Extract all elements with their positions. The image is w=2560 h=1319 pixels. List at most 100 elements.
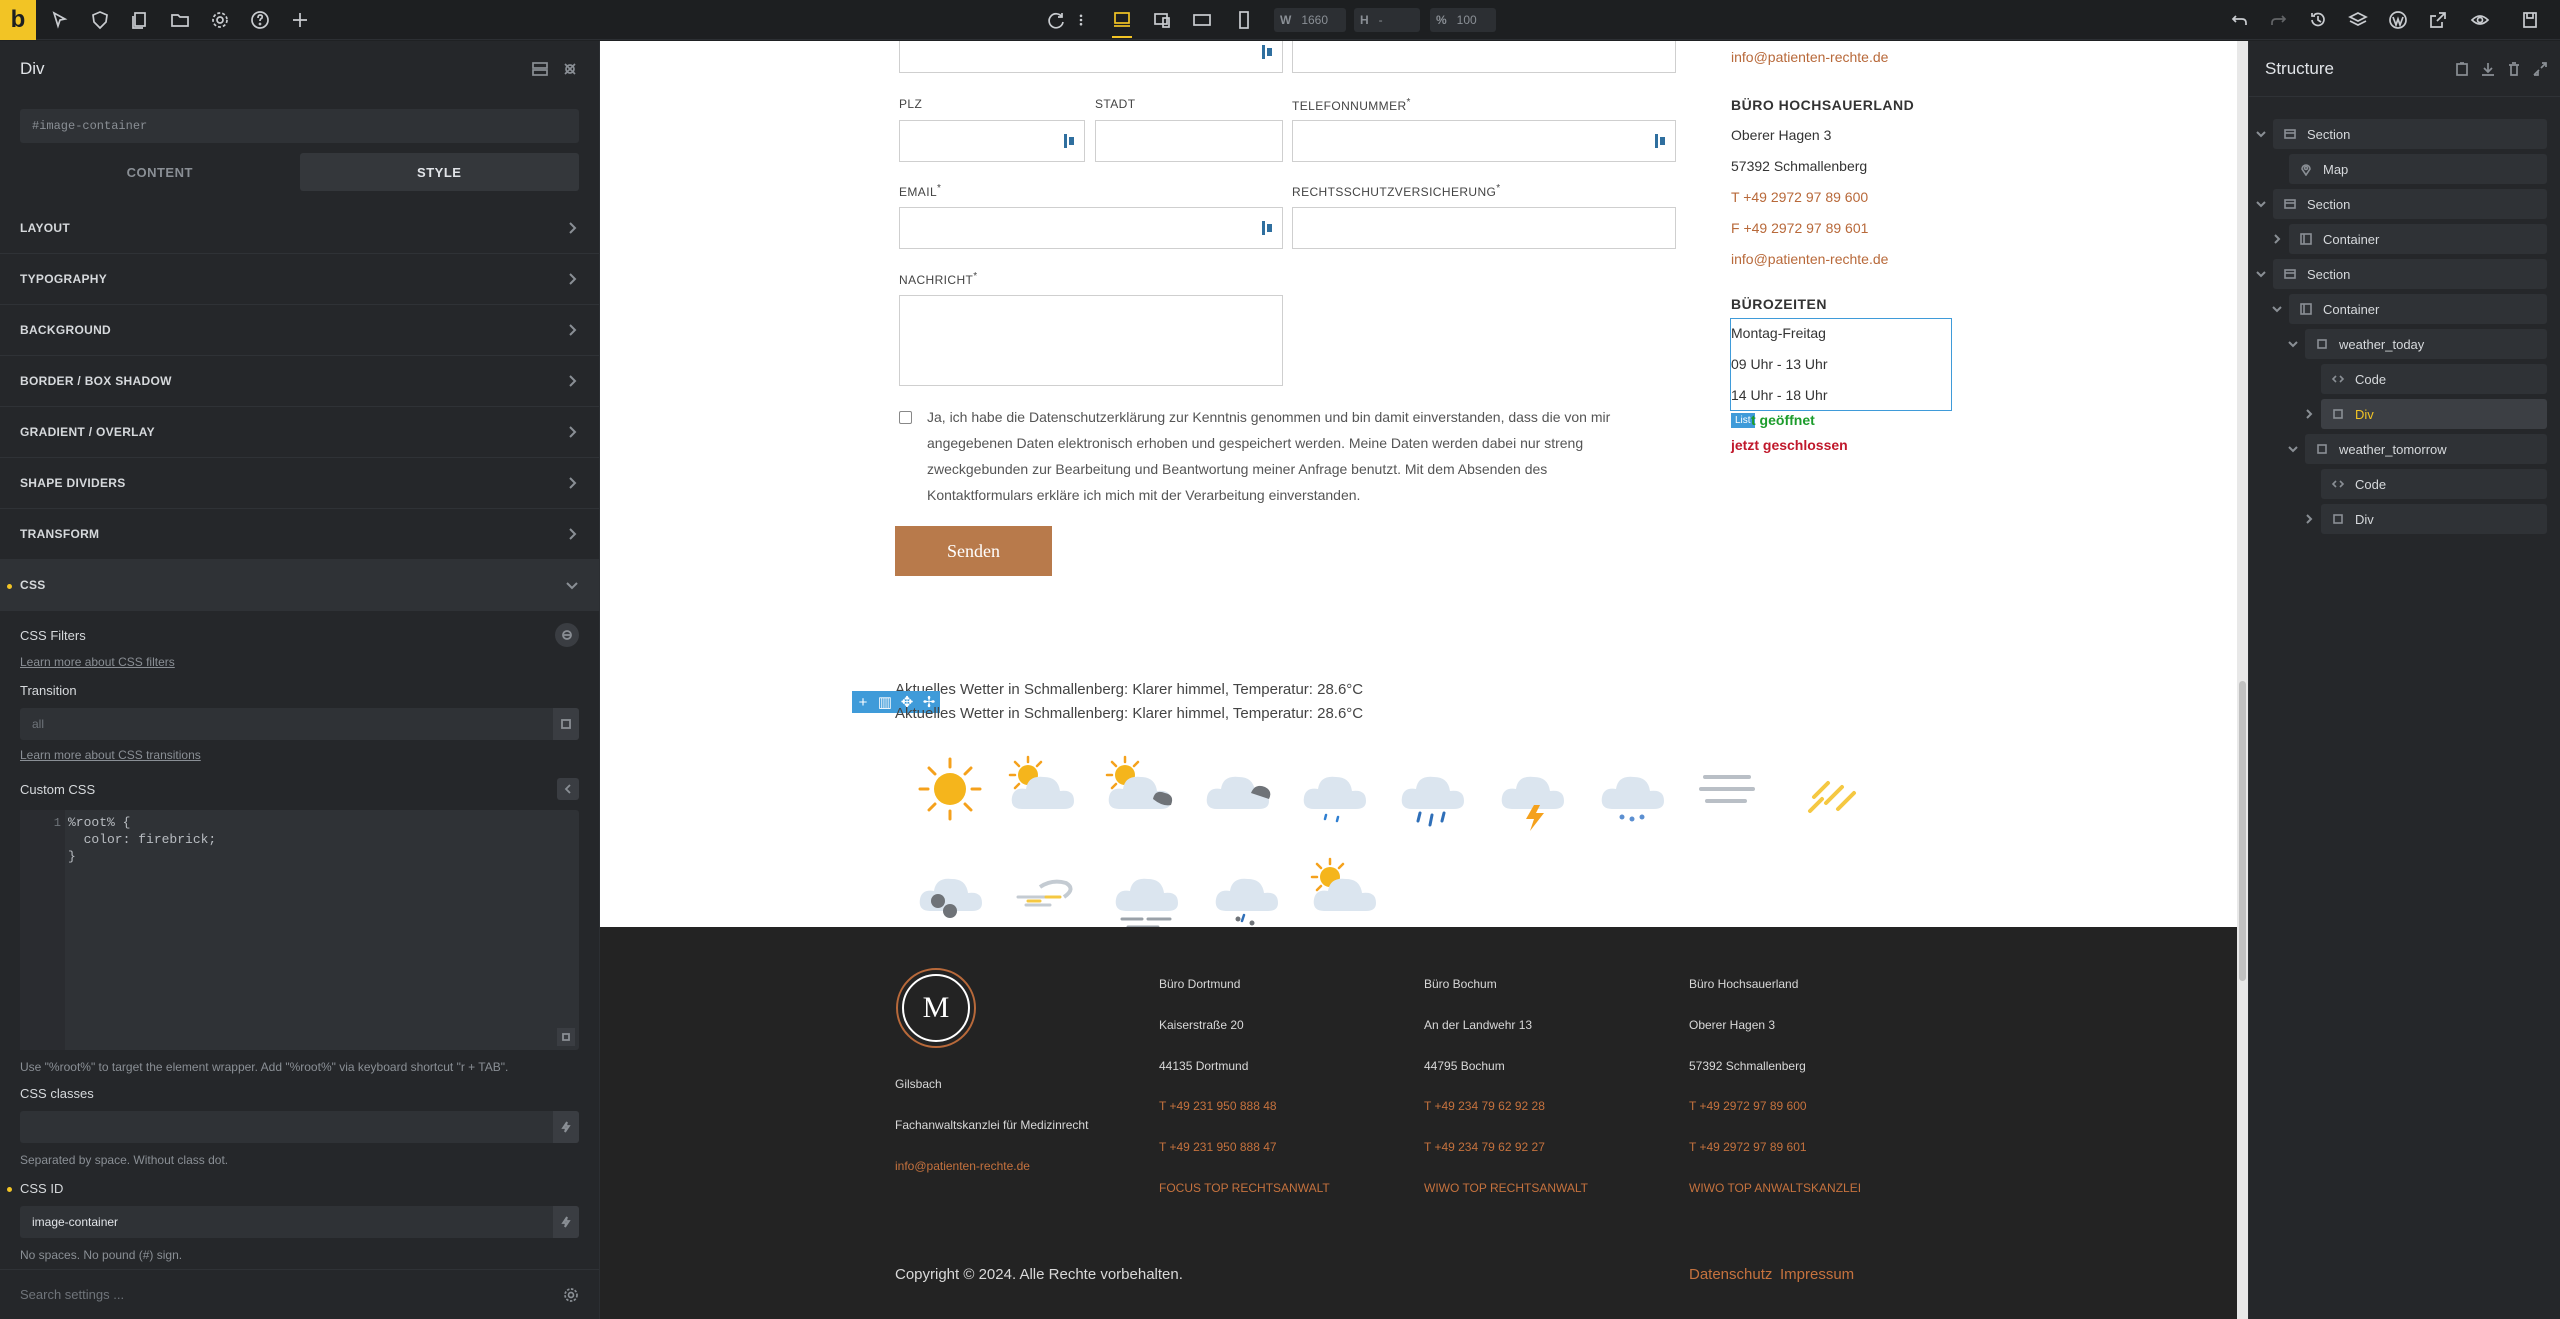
scrollbar-thumb[interactable] (2239, 681, 2246, 981)
email-input[interactable] (899, 207, 1283, 249)
structure-node-section[interactable]: Section (2273, 119, 2547, 149)
structure-node-map[interactable]: Map (2289, 154, 2547, 184)
office-phone[interactable]: T +49 2972 97 89 600 (1731, 189, 1868, 205)
tablet-landscape-icon[interactable] (1190, 8, 1214, 32)
office-dortmund-fax[interactable]: T +49 231 950 888 47 (1159, 1140, 1277, 1154)
pages-icon[interactable] (128, 8, 152, 32)
tree-collapse-caret[interactable] (2271, 302, 2285, 316)
css-classes-input[interactable] (20, 1111, 579, 1143)
wordpress-icon[interactable] (2386, 8, 2410, 32)
office-hochsauerland-badge[interactable]: WIWO TOP ANWALTSKANZLEI (1689, 1181, 1861, 1195)
width-field[interactable]: W 1660 (1274, 8, 1346, 32)
tab-content[interactable]: CONTENT (20, 153, 300, 191)
structure-node-code[interactable]: Code (2321, 469, 2547, 499)
structure-node-container[interactable]: Container (2289, 224, 2547, 254)
columns-icon[interactable]: ▥ (874, 691, 896, 713)
css-classes-dynamic-button[interactable] (553, 1111, 579, 1143)
folder-icon[interactable] (168, 8, 192, 32)
tree-expand-caret[interactable] (2303, 407, 2317, 421)
structure-node-container[interactable]: Container (2289, 294, 2547, 324)
send-button[interactable]: Senden (895, 526, 1052, 576)
height-field[interactable]: H- (1354, 8, 1420, 32)
css-id-dynamic-button[interactable] (553, 1206, 579, 1238)
cursor-icon[interactable] (48, 8, 72, 32)
desktop-breakpoint-icon[interactable] (1110, 8, 1134, 38)
structure-node-div[interactable]: Div (2321, 504, 2547, 534)
mobile-breakpoint-icon[interactable] (1232, 8, 1256, 32)
canvas-scrollbar[interactable] (2237, 41, 2248, 1319)
css-transitions-link[interactable]: Learn more about CSS transitions (20, 748, 579, 762)
more-icon[interactable] (1074, 8, 1088, 32)
contact-email-top[interactable]: info@patienten-rechte.de (1731, 49, 1888, 65)
editor-expand-button[interactable] (557, 1028, 575, 1046)
search-settings[interactable]: Search settings ... (0, 1269, 599, 1319)
section-border[interactable]: BORDER / BOX SHADOW (0, 356, 599, 407)
collapse-editor-button[interactable] (557, 778, 579, 800)
help-icon[interactable] (248, 8, 272, 32)
office-hochsauerland-phone[interactable]: T +49 2972 97 89 600 (1689, 1099, 1807, 1113)
pin-icon[interactable] (561, 60, 579, 78)
section-css[interactable]: CSS (0, 560, 599, 611)
laptop-breakpoint-icon[interactable] (1150, 8, 1174, 32)
save-template-icon[interactable] (531, 60, 549, 78)
office-dortmund-badge[interactable]: FOCUS TOP RECHTSANWALT (1159, 1181, 1330, 1195)
history-icon[interactable] (2306, 8, 2330, 32)
search-settings-input[interactable]: Search settings ... (20, 1287, 124, 1302)
form-input-top-left[interactable] (899, 41, 1283, 73)
footer-logo[interactable]: M (896, 968, 976, 1048)
refresh-icon[interactable] (1044, 8, 1068, 32)
tree-expand-caret[interactable] (2303, 512, 2317, 526)
element-id-field[interactable]: #image-container (20, 109, 579, 143)
structure-node-section[interactable]: Section (2273, 189, 2547, 219)
office-fax[interactable]: F +49 2972 97 89 601 (1731, 220, 1868, 236)
plz-input[interactable] (899, 120, 1085, 162)
office-email[interactable]: info@patienten-rechte.de (1731, 251, 1888, 267)
save-icon[interactable] (2518, 8, 2542, 32)
section-transform[interactable]: TRANSFORM (0, 509, 599, 560)
section-typography[interactable]: TYPOGRAPHY (0, 254, 599, 305)
section-gradient[interactable]: GRADIENT / OVERLAY (0, 407, 599, 458)
css-id-input[interactable]: image-container (20, 1206, 579, 1238)
office-hochsauerland-fax[interactable]: T +49 2972 97 89 601 (1689, 1140, 1807, 1154)
form-input-top-right[interactable] (1292, 41, 1676, 73)
css-filters-link[interactable]: Learn more about CSS filters (20, 655, 579, 669)
structure-node-section[interactable]: Section (2273, 259, 2547, 289)
tree-collapse-caret[interactable] (2255, 267, 2269, 281)
rechtsschutz-input[interactable] (1292, 207, 1676, 249)
clipboard-icon[interactable] (2454, 61, 2470, 77)
transition-input[interactable]: all (20, 708, 579, 740)
office-bochum-fax[interactable]: T +49 234 79 62 92 27 (1424, 1140, 1545, 1154)
nachricht-textarea[interactable] (899, 295, 1283, 386)
settings-gear-icon[interactable] (208, 8, 232, 32)
layers-icon[interactable] (2346, 8, 2370, 32)
add-element-icon[interactable]: + (852, 691, 874, 713)
structure-node-code[interactable]: Code (2321, 364, 2547, 394)
settings-gear-icon[interactable] (563, 1287, 579, 1303)
bricks-logo[interactable]: b (0, 0, 36, 40)
structure-node-div[interactable]: Div (2321, 399, 2547, 429)
tree-collapse-caret[interactable] (2255, 197, 2269, 211)
tree-expand-caret[interactable] (2271, 232, 2285, 246)
preview-eye-icon[interactable] (2468, 8, 2492, 32)
collapse-all-icon[interactable] (2532, 61, 2548, 77)
office-bochum-phone[interactable]: T +49 234 79 62 92 28 (1424, 1099, 1545, 1113)
tree-collapse-caret[interactable] (2287, 442, 2301, 456)
transition-options-button[interactable] (553, 708, 579, 740)
footer-impressum-link[interactable]: Impressum (1780, 1266, 1854, 1283)
office-bochum-badge[interactable]: WIWO TOP RECHTSANWALT (1424, 1181, 1588, 1195)
redo-icon[interactable] (2266, 8, 2290, 32)
tree-collapse-caret[interactable] (2255, 127, 2269, 141)
trash-icon[interactable] (2506, 61, 2522, 77)
add-icon[interactable] (288, 8, 312, 32)
footer-datenschutz-link[interactable]: Datenschutz (1689, 1266, 1772, 1283)
download-icon[interactable] (2480, 61, 2496, 77)
structure-node-weather-today[interactable]: weather_today (2305, 329, 2547, 359)
zoom-field[interactable]: % 100 (1430, 8, 1496, 32)
filters-edit-button[interactable] (555, 623, 579, 647)
office-dortmund-phone[interactable]: T +49 231 950 888 48 (1159, 1099, 1277, 1113)
tree-collapse-caret[interactable] (2287, 337, 2301, 351)
section-layout[interactable]: LAYOUT (0, 203, 599, 254)
section-background[interactable]: BACKGROUND (0, 305, 599, 356)
stadt-input[interactable] (1095, 120, 1283, 162)
section-shape-dividers[interactable]: SHAPE DIVIDERS (0, 458, 599, 509)
